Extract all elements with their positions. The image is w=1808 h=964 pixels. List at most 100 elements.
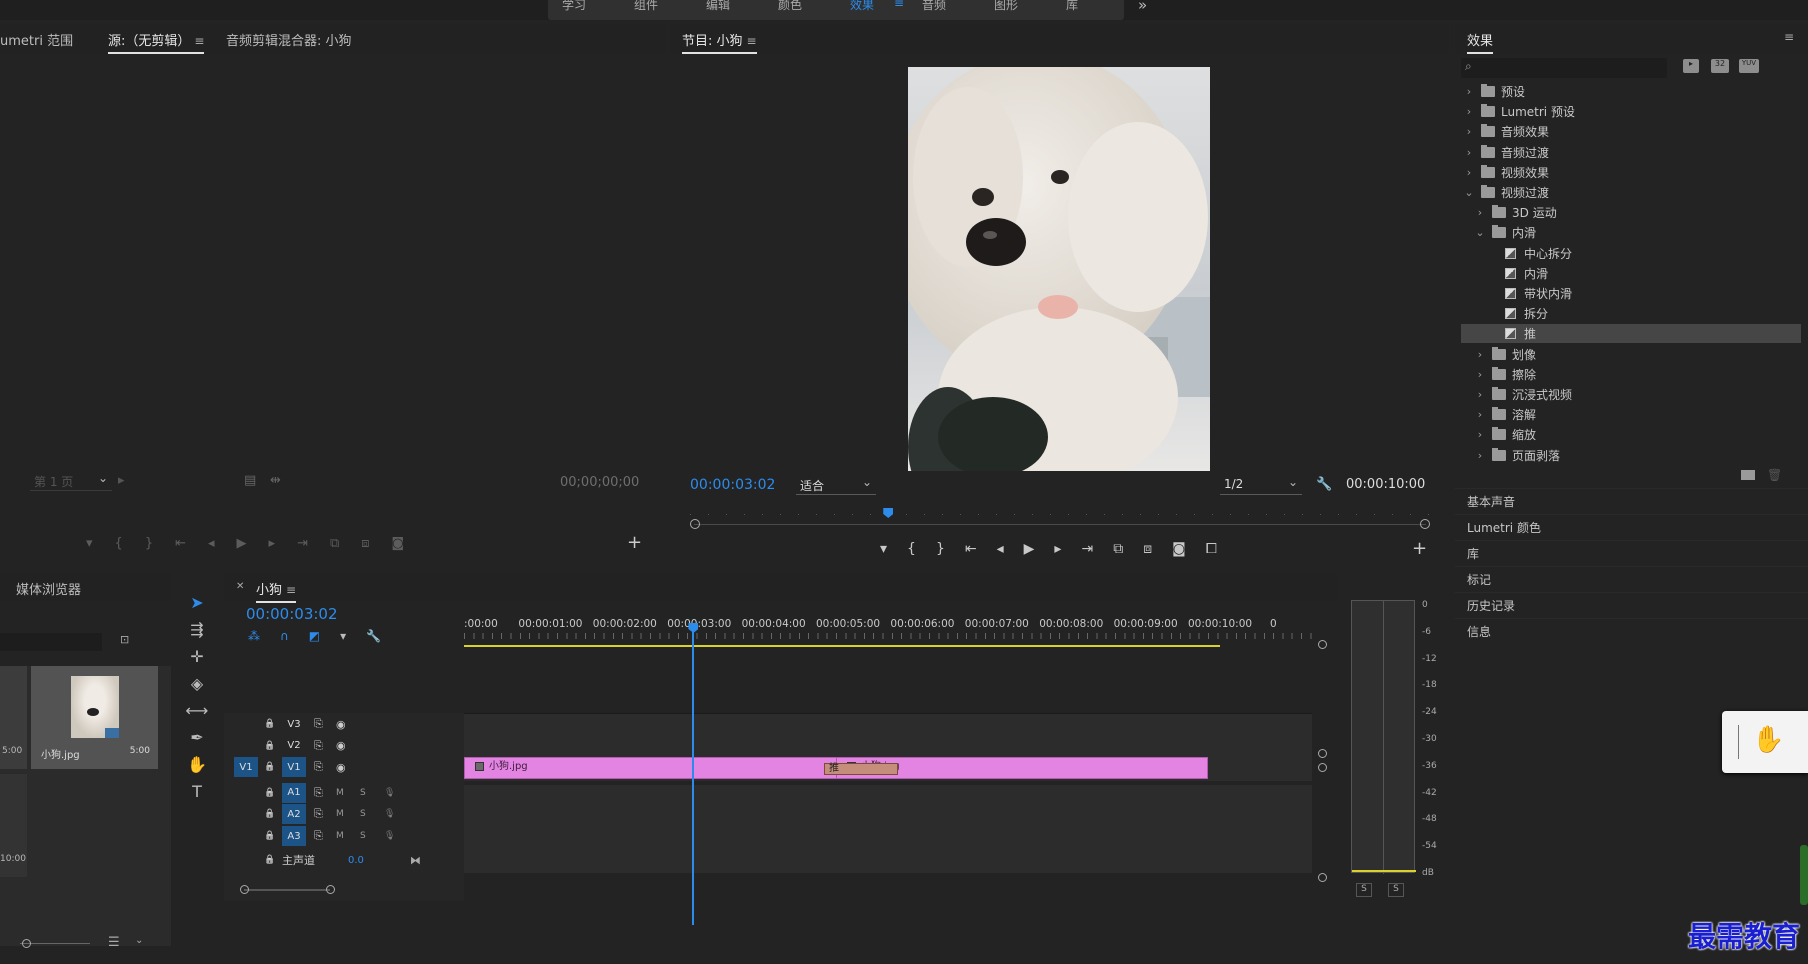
effects-tree-item[interactable]: 拆分	[1461, 304, 1801, 323]
vscroll-mid-handle[interactable]	[1318, 749, 1327, 758]
chevron-right-icon[interactable]: ›	[1474, 206, 1486, 219]
side-panel-0[interactable]: 基本声音	[1455, 488, 1808, 514]
chevron-down-icon[interactable]: ⌄	[1463, 186, 1475, 199]
project-item-dog[interactable]: 小狗.jpg 5:00	[31, 666, 158, 769]
effects-tree-item[interactable]: › 预设	[1461, 82, 1801, 101]
safe-margins-icon[interactable]: ▤	[244, 473, 256, 488]
tab-audio-clip-mixer[interactable]: 音频剪辑混合器: 小狗	[226, 30, 352, 49]
chevron-right-icon[interactable]: ›	[1463, 146, 1475, 159]
snap-icon[interactable]: ∩	[280, 629, 289, 643]
hand-tool-icon[interactable]: ✋	[187, 755, 207, 774]
chevron-right-icon[interactable]: ›	[1463, 166, 1475, 179]
vscroll-top-handle[interactable]	[1318, 640, 1327, 649]
mute-button[interactable]: M	[336, 809, 344, 819]
play-icon[interactable]: ▶	[1024, 541, 1035, 561]
effects-tree-item[interactable]: › 音频效果	[1461, 122, 1801, 141]
menu-icon[interactable]: ≡	[194, 34, 204, 48]
master-track-toggle-icon[interactable]: ⧓	[410, 854, 421, 867]
chevron-right-icon[interactable]: ›	[1463, 85, 1475, 98]
solo-button[interactable]: S	[360, 809, 366, 819]
lock-icon[interactable]: 🔒	[264, 831, 275, 841]
go-to-out-icon[interactable]: ⇥	[1081, 541, 1093, 561]
next-page-icon[interactable]: ▸	[118, 473, 125, 488]
eye-icon[interactable]: ◉	[336, 718, 346, 731]
project-item-left[interactable]: 5:00	[0, 666, 27, 769]
effects-tree-item[interactable]: › 划像	[1461, 345, 1801, 364]
slip-tool-icon[interactable]: ⟷	[186, 701, 209, 720]
effects-tree-item[interactable]: 推	[1461, 324, 1801, 344]
work-area-bar[interactable]	[464, 645, 1220, 647]
track-target-button[interactable]: V3	[282, 714, 306, 734]
tab-sequence[interactable]: 小狗 ≡	[256, 579, 297, 603]
scrubber-start-handle[interactable]	[690, 519, 700, 529]
effects-search-input[interactable]: ⌕	[1461, 58, 1667, 78]
mic-icon[interactable]: 🎙	[384, 809, 395, 819]
effects-tree-item[interactable]: › 擦除	[1461, 365, 1801, 384]
effects-tree-item[interactable]: › 视频效果	[1461, 163, 1801, 182]
mark-in-icon[interactable]: {	[907, 541, 916, 561]
accelerated-effects-icon[interactable]: ▸	[1683, 59, 1699, 73]
side-panel-4[interactable]: 历史记录	[1455, 592, 1808, 618]
insert-clip-icon[interactable]: ⧉	[330, 536, 339, 556]
32bit-effects-icon[interactable]: 32	[1711, 59, 1729, 73]
side-panel-5[interactable]: 信息	[1455, 618, 1808, 644]
lift-icon[interactable]: ⧉	[1113, 541, 1123, 561]
effects-tree-item[interactable]: › 音频过渡	[1461, 143, 1801, 162]
add-marker-icon[interactable]: ▾	[340, 629, 346, 643]
wrench-icon[interactable]: 🔧	[1316, 477, 1332, 492]
chevron-right-icon[interactable]: ›	[1474, 428, 1486, 441]
lock-icon[interactable]: 🔒	[264, 762, 275, 772]
workspace-menu-icon[interactable]: ≡	[894, 0, 904, 10]
vscroll-bottom-handle[interactable]	[1318, 873, 1327, 882]
hscroll-bar[interactable]	[240, 885, 335, 895]
mark-out-icon[interactable]: }	[936, 541, 945, 561]
overwrite-clip-icon[interactable]: ⧈	[361, 536, 369, 556]
chevron-down-icon[interactable]: ⌄	[135, 935, 143, 946]
effects-tree-item[interactable]: › 溶解	[1461, 405, 1801, 424]
hscroll-left-handle[interactable]	[240, 885, 249, 894]
sort-icon[interactable]: ☰	[108, 935, 120, 950]
effects-tree-item[interactable]: › 缩放	[1461, 425, 1801, 444]
eye-icon[interactable]: ◉	[336, 739, 346, 752]
extract-icon[interactable]: ⧈	[1143, 541, 1152, 561]
menu-icon[interactable]: ≡	[747, 34, 757, 48]
menu-icon[interactable]: ≡	[286, 583, 296, 597]
razor-tool-icon[interactable]: ◈	[191, 674, 203, 693]
program-scrubber[interactable]	[690, 508, 1430, 529]
chevron-right-icon[interactable]: ›	[1474, 408, 1486, 421]
source-patch-button[interactable]: V1	[234, 757, 258, 778]
chevron-right-icon[interactable]: ›	[1474, 368, 1486, 381]
fit-select[interactable]: 适合	[796, 475, 876, 495]
lock-icon[interactable]: 🔒	[264, 719, 275, 729]
track-target-button[interactable]: V2	[282, 736, 306, 756]
effects-tree-item[interactable]: ⌄ 内滑	[1461, 223, 1801, 242]
track-target-button[interactable]: A2	[282, 804, 306, 825]
eye-icon[interactable]: ◉	[336, 761, 346, 774]
program-playhead[interactable]	[883, 508, 894, 518]
workspace-tab-5[interactable]: 音频	[922, 0, 946, 13]
workspace-tab-4[interactable]: 效果	[850, 0, 874, 13]
side-panel-3[interactable]: 标记	[1455, 566, 1808, 592]
timeline-clip[interactable]: 小狗.jpg	[464, 757, 848, 779]
lock-icon[interactable]: 🔒	[264, 809, 275, 819]
mic-icon[interactable]: 🎙	[384, 788, 395, 798]
workspace-tab-2[interactable]: 编辑	[706, 0, 730, 13]
workspace-tab-3[interactable]: 颜色	[778, 0, 802, 13]
track-select-tool-icon[interactable]: ⇶	[190, 620, 203, 639]
tab-program[interactable]: 节目: 小狗 ≡	[682, 30, 757, 54]
sync-lock-icon[interactable]: ⎘	[314, 739, 323, 753]
marker-icon[interactable]: ▾	[86, 536, 93, 556]
camera-icon[interactable]: ◙	[392, 536, 405, 556]
track-target-button[interactable]: V1	[282, 757, 306, 778]
zoom-slider-handle[interactable]	[22, 939, 31, 948]
chevron-right-icon[interactable]: ›	[1463, 105, 1475, 118]
effects-tree-item[interactable]: › 页面剥落	[1461, 446, 1801, 465]
mark-out-icon[interactable]: }	[145, 536, 153, 556]
track-target-button[interactable]: A3	[282, 826, 306, 846]
sync-lock-icon[interactable]: ⎘	[314, 786, 323, 800]
chevron-right-icon[interactable]: ›	[1474, 348, 1486, 361]
lock-icon[interactable]: 🔒	[264, 788, 275, 798]
step-back-icon[interactable]: ◂	[997, 541, 1004, 561]
step-back-icon[interactable]: ◂	[208, 536, 215, 556]
mute-button[interactable]: M	[336, 831, 344, 841]
